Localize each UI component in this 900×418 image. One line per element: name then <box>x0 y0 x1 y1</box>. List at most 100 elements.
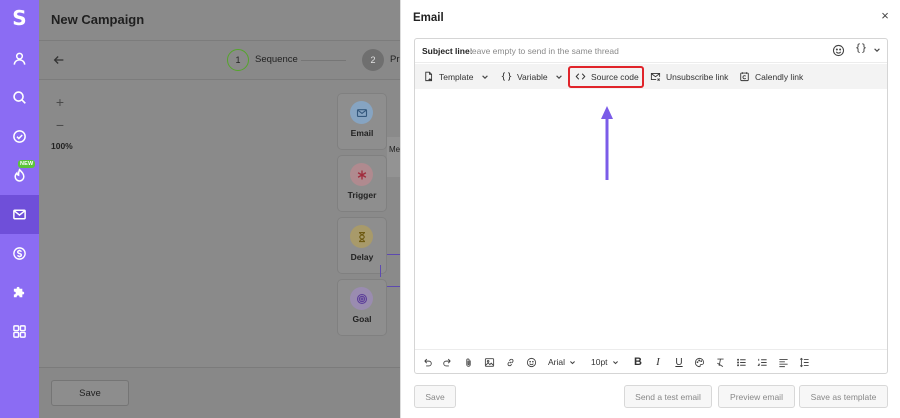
contacts-nav[interactable] <box>0 39 39 78</box>
clear-format-icon[interactable] <box>714 356 726 368</box>
source-code-highlight <box>568 66 644 88</box>
asterisk-icon <box>357 170 366 179</box>
underline-button[interactable]: U <box>673 356 685 368</box>
step-2-label[interactable]: Pr <box>390 54 400 65</box>
node-email[interactable]: Email <box>338 94 386 149</box>
mail-x-icon <box>650 72 661 81</box>
save-as-template-button[interactable]: Save as template <box>799 385 888 408</box>
template-label: Template <box>439 71 474 82</box>
emoji-icon[interactable] <box>832 44 845 57</box>
hourglass-icon <box>358 231 365 242</box>
palette-icon[interactable] <box>693 356 705 368</box>
check-circle-icon <box>13 130 26 143</box>
node-goal[interactable]: Goal <box>338 280 386 335</box>
zoom-in-button[interactable]: + <box>52 94 68 110</box>
save-button[interactable]: Save <box>414 385 456 408</box>
attachment-icon[interactable] <box>462 356 474 368</box>
billing-nav[interactable] <box>0 234 39 273</box>
align-icon[interactable] <box>777 356 789 368</box>
zoom-level: 100% <box>51 141 73 151</box>
campaign-footer: Save <box>39 367 400 418</box>
node-label: Delay <box>350 252 374 262</box>
unsubscribe-link-button[interactable]: Unsubscribe link <box>650 64 728 89</box>
chevron-down-icon[interactable] <box>873 46 881 54</box>
chevron-down-icon <box>555 74 562 79</box>
image-icon[interactable] <box>483 356 495 368</box>
calendly-label: Calendly link <box>755 71 804 82</box>
subject-label: Subject line: <box>422 46 473 56</box>
connector-line <box>387 254 400 255</box>
link-icon[interactable] <box>504 356 516 368</box>
node-icon-wrap <box>350 163 373 186</box>
step-2-number[interactable]: 2 <box>362 49 384 71</box>
font-size-select[interactable]: 10pt <box>591 355 619 369</box>
node-delay[interactable]: Delay <box>338 218 386 273</box>
step-connector <box>301 60 346 61</box>
new-badge: NEW <box>18 160 36 168</box>
node-icon-wrap <box>350 225 373 248</box>
format-toolbar: Arial 10pt B I U <box>415 349 887 374</box>
flame-icon <box>14 168 25 182</box>
italic-button[interactable]: I <box>652 356 664 368</box>
calendly-link-button[interactable]: Calendly link <box>739 64 803 89</box>
send-test-email-button[interactable]: Send a test email <box>624 385 712 408</box>
target-icon <box>356 293 367 304</box>
node-icon-wrap <box>350 287 373 310</box>
bullet-list-icon[interactable] <box>735 356 747 368</box>
node-label: Email <box>350 128 374 138</box>
email-editor: Subject line: {} Template Variable Sourc… <box>414 38 888 374</box>
email-drawer: Email × Subject line: {} Template Variab… <box>400 0 900 418</box>
braces-icon <box>501 72 512 81</box>
subject-variable-button[interactable]: {} <box>855 43 867 54</box>
dollar-icon <box>13 247 26 260</box>
campaign-steps-bar: 1 Sequence 2 Pr <box>39 40 400 80</box>
app-sidebar: S NEW <box>0 0 39 418</box>
user-icon <box>13 52 26 65</box>
line-height-icon[interactable] <box>798 356 810 368</box>
editor-toolbar: Template Variable Source code Unsubscrib… <box>415 64 887 89</box>
campaign-header: New Campaign <box>39 0 400 40</box>
variable-dropdown[interactable]: Variable <box>501 64 563 89</box>
node-trigger[interactable]: Trigger <box>338 156 386 211</box>
integrations-nav[interactable] <box>0 273 39 312</box>
bold-button[interactable]: B <box>632 356 644 368</box>
apps-nav[interactable] <box>0 312 39 351</box>
connector-line <box>380 265 381 277</box>
back-arrow-icon[interactable] <box>52 53 66 67</box>
chevron-down-icon <box>612 360 618 364</box>
campaigns-nav[interactable] <box>0 195 39 234</box>
step-1-number[interactable]: 1 <box>227 49 249 71</box>
font-family-select[interactable]: Arial <box>548 355 576 369</box>
preview-email-button[interactable]: Preview email <box>718 385 795 408</box>
emoji-icon[interactable] <box>525 356 537 368</box>
chevron-down-icon <box>570 360 575 364</box>
variable-label: Variable <box>517 71 548 82</box>
search-nav[interactable] <box>0 78 39 117</box>
tasks-nav[interactable] <box>0 117 39 156</box>
redo-icon[interactable] <box>441 356 453 368</box>
close-icon[interactable]: × <box>879 9 891 23</box>
undo-icon[interactable] <box>421 356 433 368</box>
subject-input[interactable] <box>470 42 820 59</box>
drawer-title: Email <box>413 12 444 24</box>
mail-icon <box>356 108 367 117</box>
apps-icon <box>13 325 26 338</box>
font-family-value: Arial <box>548 357 566 367</box>
side-node: Me <box>387 137 400 177</box>
calendar-icon <box>740 72 749 82</box>
template-dropdown[interactable]: Template <box>423 64 489 89</box>
email-body-editor[interactable] <box>415 89 887 349</box>
mail-icon <box>13 209 26 220</box>
connector-line <box>387 286 400 287</box>
search-icon <box>13 91 26 104</box>
app-logo[interactable]: S <box>0 0 39 36</box>
numbered-list-icon[interactable] <box>756 356 768 368</box>
chevron-down-icon <box>481 74 488 79</box>
puzzle-icon <box>13 286 25 298</box>
zoom-out-button[interactable]: − <box>52 117 68 133</box>
step-1-label[interactable]: Sequence <box>255 54 298 65</box>
node-label: Goal <box>352 314 372 324</box>
node-icon-wrap <box>350 101 373 124</box>
campaign-save-button[interactable]: Save <box>51 380 129 406</box>
unsubscribe-label: Unsubscribe link <box>666 71 729 82</box>
